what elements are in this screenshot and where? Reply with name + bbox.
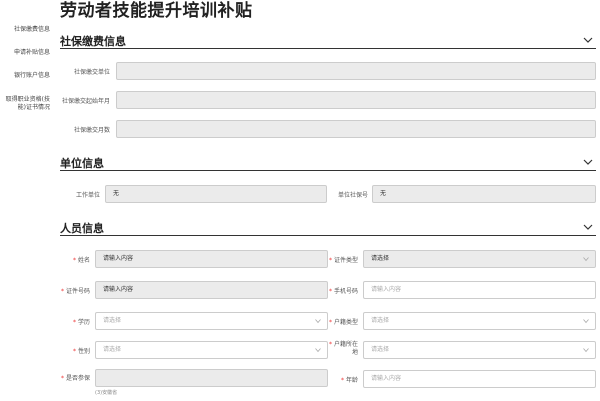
unit-social-no-field[interactable]: 无 [372,185,596,203]
phone-input[interactable]: 请输入内容 [363,281,596,299]
field-label-phone: * 手机号码 [328,288,358,295]
field-label-hukou-type: * 户籍类型 [328,319,358,326]
insured-field[interactable] [95,369,328,387]
field-label: 社保缴交月数 [73,127,110,134]
field-label-id-no: * 证件号码 [60,288,90,295]
id-number-input[interactable]: 请输入内容 [95,281,328,299]
select-placeholder: 请选择 [371,346,390,353]
hukou-place-select[interactable]: 请选择 [363,341,596,359]
education-select[interactable]: 请选择 [95,312,328,330]
sidebar-item-certificate[interactable]: 取得职业资格(技能)证书情况 [2,96,50,112]
field-label-id-type: * 证件类型 [328,257,358,264]
field-label-age: * 年龄 [340,377,358,384]
chevron-down-icon [583,257,589,262]
gender-select[interactable]: 请选择 [95,341,328,359]
section-social-header[interactable]: 社保缴费信息 [60,35,596,49]
chevron-down-icon[interactable] [583,222,593,232]
chevron-down-icon[interactable] [583,157,593,167]
social-months-field[interactable] [116,120,596,138]
field-label-name: * 姓名 [72,257,90,264]
social-unit-field[interactable] [116,62,596,80]
name-input[interactable]: 请输入内容 [95,250,328,268]
required-mark: * [328,319,332,326]
page-title: 劳动者技能提升培训补贴 [60,1,253,21]
chevron-down-icon [583,319,589,324]
hukou-type-select[interactable]: 请选择 [363,312,596,330]
sidebar-item-bank[interactable]: 银行账户信息 [2,72,50,80]
select-placeholder: 请选择 [103,346,122,353]
field-label: 社保缴交单位 [73,69,110,76]
sidebar-item-subsidy[interactable]: 申请补贴信息 [2,49,50,57]
field-label-gender: * 性别 [72,348,90,355]
field-label: 工作单位 [75,192,100,199]
chevron-down-icon [315,348,321,353]
required-mark: * [340,377,344,384]
field-label-insured: * 是否参保 [60,375,90,382]
social-start-field[interactable] [116,91,596,109]
required-mark: * [72,257,76,264]
id-type-select[interactable]: 请选择 [363,250,596,268]
work-unit-field[interactable]: 无 [105,185,327,203]
required-mark: * [72,348,76,355]
field-label-hukou-place: * 户籍所在地 [328,341,358,356]
select-placeholder: 请选择 [103,317,122,324]
select-placeholder: 请选择 [371,317,390,324]
required-mark: * [72,319,76,326]
required-mark: * [328,257,332,264]
section-unit-header[interactable]: 单位信息 [60,157,596,171]
required-mark: * [60,375,64,382]
field-label: 单位社保号 [337,192,368,199]
section-title: 人员信息 [60,222,104,235]
chevron-down-icon[interactable] [583,35,593,45]
field-label-education: * 学历 [72,319,90,326]
chevron-down-icon [315,319,321,324]
required-mark: * [60,288,64,295]
required-mark: * [328,288,332,295]
section-title: 单位信息 [60,157,104,170]
field-hint: (3)安徽省 [95,390,118,396]
section-title: 社保缴费信息 [60,35,126,48]
sidebar-item-social[interactable]: 社保缴费信息 [2,26,50,34]
field-label: 社保缴交起始年月 [61,98,110,105]
select-value: 请选择 [371,255,390,262]
chevron-down-icon [583,348,589,353]
section-person-header[interactable]: 人员信息 [60,222,596,236]
age-input[interactable]: 请输入内容 [363,370,596,388]
required-mark: * [328,341,332,348]
